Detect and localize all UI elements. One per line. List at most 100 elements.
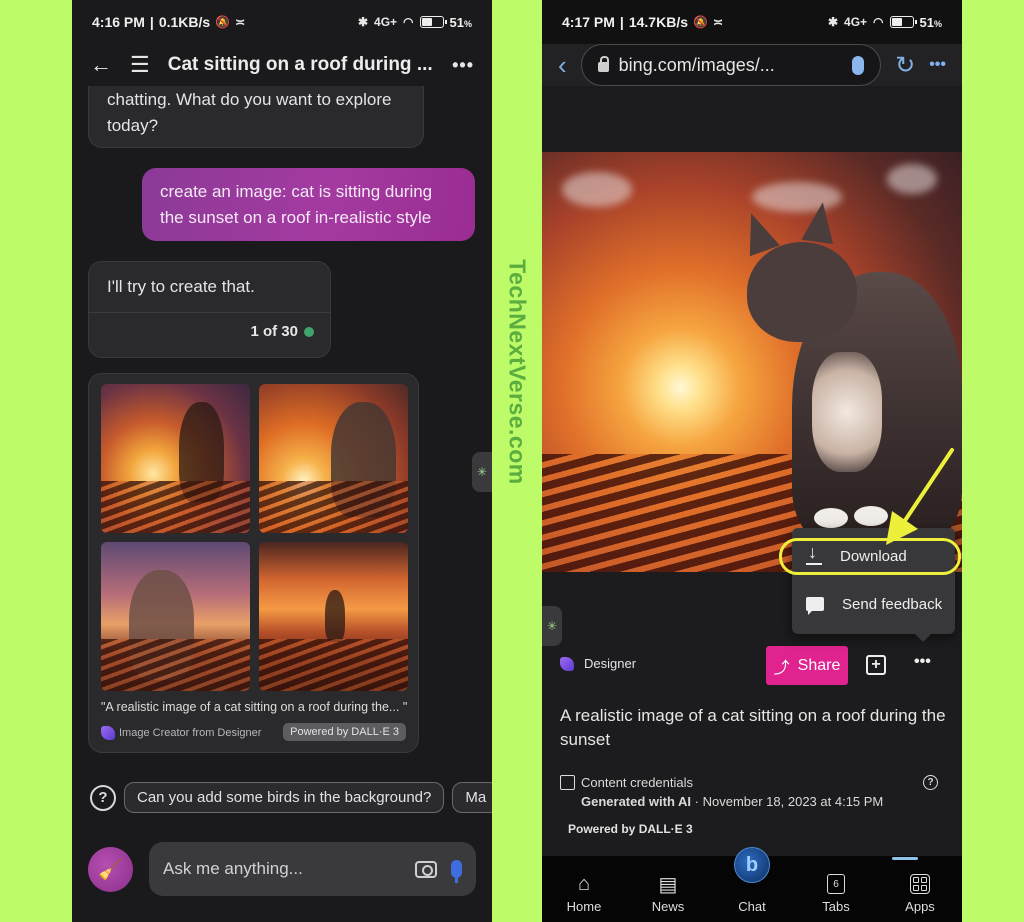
designer-logo-icon [560,656,574,671]
sidebar-handle[interactable]: ✳ [542,606,562,646]
user-prompt-text: create an image: cat is sitting during t… [160,182,433,227]
image-caption: "A realistic image of a cat sitting on a… [101,700,408,714]
right-phone-screen: 4:17 PM | 14.7KB/s 🔕 ≍ ✱ 4G+ ◠ 51% ‹ bin… [542,0,962,922]
bot-reply-text: I'll try to create that. [107,277,255,296]
generated-image-1[interactable] [101,384,250,533]
chat-header: ← ☰ Cat sitting on a roof during ... ••• [72,44,492,86]
nav-chat-label: Chat [738,899,766,914]
nav-apps-label: Apps [905,899,935,914]
turn-counter: 1 of 30 [89,312,330,345]
camera-icon[interactable] [415,860,437,878]
watermark-text: TechNextVerse.com [504,259,531,485]
menu-item-download[interactable]: Download [792,534,955,578]
feedback-icon [806,597,824,615]
back-chevron-icon[interactable]: ‹ [558,50,567,81]
home-icon: ⌂ [577,872,591,895]
nav-tabs-label: Tabs [822,899,850,914]
suggestion-row: ? Can you add some birds in the backgrou… [90,782,492,813]
generated-image-4[interactable] [259,542,408,691]
designer-logo-icon [101,726,115,740]
wifi-icon: ◠ [403,15,414,29]
bluetooth-icon: ✱ [357,15,369,29]
user-prompt-bubble: create an image: cat is sitting during t… [142,168,475,241]
credentials-icon [560,775,575,790]
nav-news[interactable]: ▤ News [633,873,703,915]
status-time: 4:17 PM [562,14,615,30]
tabs-icon-wrap: 6 [827,873,845,895]
mute-icon: 🔕 [693,15,708,29]
help-icon[interactable]: ? [923,775,938,790]
chat-input-row: 🧹 [88,842,476,896]
bluetooth-icon: ✱ [827,15,839,29]
microphone-icon[interactable] [451,860,462,883]
status-time: 4:16 PM [92,14,145,30]
more-options-menu: Download Send feedback [792,528,955,642]
suggestion-chip[interactable]: Ma [452,782,492,813]
url-text: bing.com/images/... [618,54,775,75]
generated-date: · November 18, 2023 at 4:15 PM [691,794,884,809]
image-more-options-icon[interactable]: ••• [914,653,931,671]
news-icon: ▤ [658,873,678,896]
battery-icon [889,16,917,28]
status-separator: | [619,14,624,30]
menu-item-download-label: Download [840,547,907,565]
wifi-icon: ◠ [873,15,884,29]
menu-item-send-feedback[interactable]: Send feedback [792,582,955,626]
lock-icon [597,56,609,72]
status-separator: | [149,14,154,30]
refresh-icon[interactable]: ↻ [895,51,915,80]
status-dot-icon [304,327,314,337]
hotspot-icon: ≍ [712,15,724,29]
more-options-icon[interactable]: ••• [929,56,946,74]
turn-counter-text: 1 of 30 [250,323,298,340]
watermark: TechNextVerse.com [492,0,542,922]
image-creator-label[interactable]: Image Creator from Designer [101,726,261,740]
generated-images-card: "A realistic image of a cat sitting on a… [88,373,419,753]
battery-percent: 51% [919,14,942,30]
status-speed: 0.1KB/s [158,14,211,30]
ask-input-container [149,842,476,896]
image-creator-text: Image Creator from Designer [119,727,262,739]
generated-image-full[interactable] [542,152,962,572]
help-question-icon[interactable]: ? [90,784,116,811]
image-description: A realistic image of a cat sitting on a … [560,706,946,749]
signal-icon: 4G+ [374,15,398,29]
download-icon [806,542,822,565]
sidebar-handle[interactable]: ✳ [472,452,492,492]
image-grid [101,384,409,692]
nav-apps[interactable]: Apps [885,873,955,914]
share-button[interactable]: ⤴ Share [766,646,848,685]
add-to-collection-icon[interactable]: + [866,655,886,675]
bing-chat-icon[interactable]: b [734,847,770,883]
apps-icon [910,874,930,894]
bot-reply-bubble: I'll try to create that. 1 of 30 [88,261,331,358]
hotspot-icon: ≍ [235,15,246,29]
new-topic-broom-button[interactable]: 🧹 [88,846,133,892]
browser-toolbar: ‹ bing.com/images/... ↻ ••• [542,44,962,86]
status-bar: 4:16 PM | 0.1KB/s 🔕 ≍ ✱ 4G+ ◠ 51% [72,0,492,44]
designer-label: Designer [584,656,637,671]
powered-by-label: Powered by DALL·E 3 [568,822,693,836]
back-arrow-icon[interactable]: ← [90,54,112,76]
nav-home-label: Home [566,899,602,914]
generated-image-3[interactable] [101,542,250,691]
hamburger-menu-icon[interactable]: ☰ [130,54,150,76]
address-bar[interactable]: bing.com/images/... [580,44,882,86]
powered-by-badge: Powered by DALL·E 3 [283,723,406,741]
nav-news-label: News [651,899,685,914]
nav-tabs[interactable]: 6 Tabs [801,873,871,914]
designer-link[interactable]: Designer [560,656,636,671]
active-tab-indicator [892,857,918,860]
content-credentials: Content credentials ? Generated with AI … [560,775,938,809]
status-speed: 14.7KB/s [628,14,688,30]
bot-greeting-text: chatting. What do you want to explore to… [107,90,392,135]
more-options-icon[interactable]: ••• [452,56,474,74]
ask-input[interactable] [163,859,401,879]
share-icon: ⤴ [773,659,790,677]
voice-search-icon[interactable] [852,55,865,75]
suggestion-chip[interactable]: Can you add some birds in the background… [124,782,445,813]
generated-image-2[interactable] [259,384,408,533]
nav-home[interactable]: ⌂ Home [549,872,619,915]
left-phone-screen: 4:16 PM | 0.1KB/s 🔕 ≍ ✱ 4G+ ◠ 51% ← ☰ Ca… [72,0,492,922]
battery-icon [419,16,447,28]
